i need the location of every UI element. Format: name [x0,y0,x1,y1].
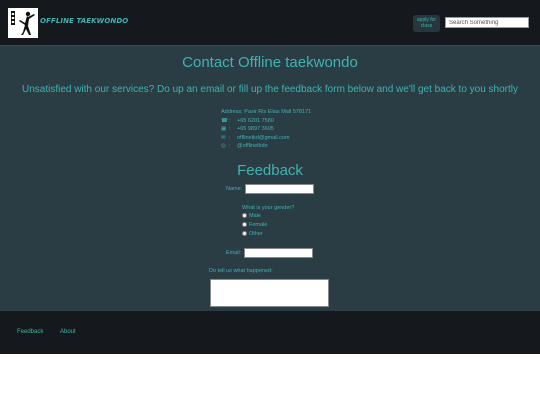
contact-email[interactable]: offlinetkd@gmail.com [237,135,290,141]
name-field[interactable] [245,184,314,194]
phone-separator: : [229,117,231,124]
brand-name[interactable]: OFFLINE TAEKWONDO [40,17,128,25]
gender-other-label: Other [249,231,263,237]
apply-for-class-button[interactable]: apply for class [413,15,440,32]
contact-email-row: ✉: offlinetkd@gmail.com [221,134,311,143]
contact-info: Address: Pasir Ris Elias Mall 578171 ☎: +… [221,108,311,151]
search-input[interactable] [445,17,529,28]
email-label: Email: [226,250,242,256]
footer [0,311,540,354]
contact-mobile: +65 9897 3695 [237,126,274,133]
page-subtitle: Unsatisfied with our services? Do up an … [21,84,519,95]
gender-female-label: Female [249,222,268,228]
top-header: OFFLINE TAEKWONDO apply for class [0,0,540,45]
gender-other-radio[interactable] [242,231,247,236]
email-separator: : [229,134,231,141]
gender-male-label: Male [249,213,261,219]
gender-male-radio[interactable] [242,213,247,218]
page-title: Contact Offline taekwondo [182,54,358,71]
contact-social[interactable]: @offlinetkdo [237,143,268,149]
logo[interactable] [8,8,38,38]
mobile-separator: : [229,126,231,133]
footer-link-feedback[interactable]: Feedback [17,329,43,335]
contact-address: Address: Pasir Ris Elias Mall 578171 [221,109,312,115]
mobile-phone-icon: ▦ [221,126,227,133]
feedback-textarea[interactable] [210,279,329,307]
instagram-icon: ◎ [221,143,226,150]
tell-us-label: Do tell us what happened: [209,268,273,274]
envelope-icon: ✉ [221,134,226,141]
email-field[interactable] [244,248,313,258]
gender-female-radio[interactable] [242,222,247,227]
name-label: Name: [226,186,243,192]
phone-icon: ☎ [221,117,228,124]
footer-link-about[interactable]: About [60,329,76,335]
social-separator: : [229,143,231,150]
contact-social-row: ◎: @offlinetkdo [221,142,311,151]
apply-line-2: class [420,23,433,29]
contact-mobile-row: ▦: +65 9897 3695 [221,125,311,134]
feedback-title: Feedback [237,162,303,179]
gender-question: What is your gender? [242,205,295,211]
contact-phone: +65 6201 7580 [237,117,274,124]
taekwondo-logo-icon [8,8,38,38]
contact-phone-row: ☎: +65 6201 7580 [221,117,311,126]
